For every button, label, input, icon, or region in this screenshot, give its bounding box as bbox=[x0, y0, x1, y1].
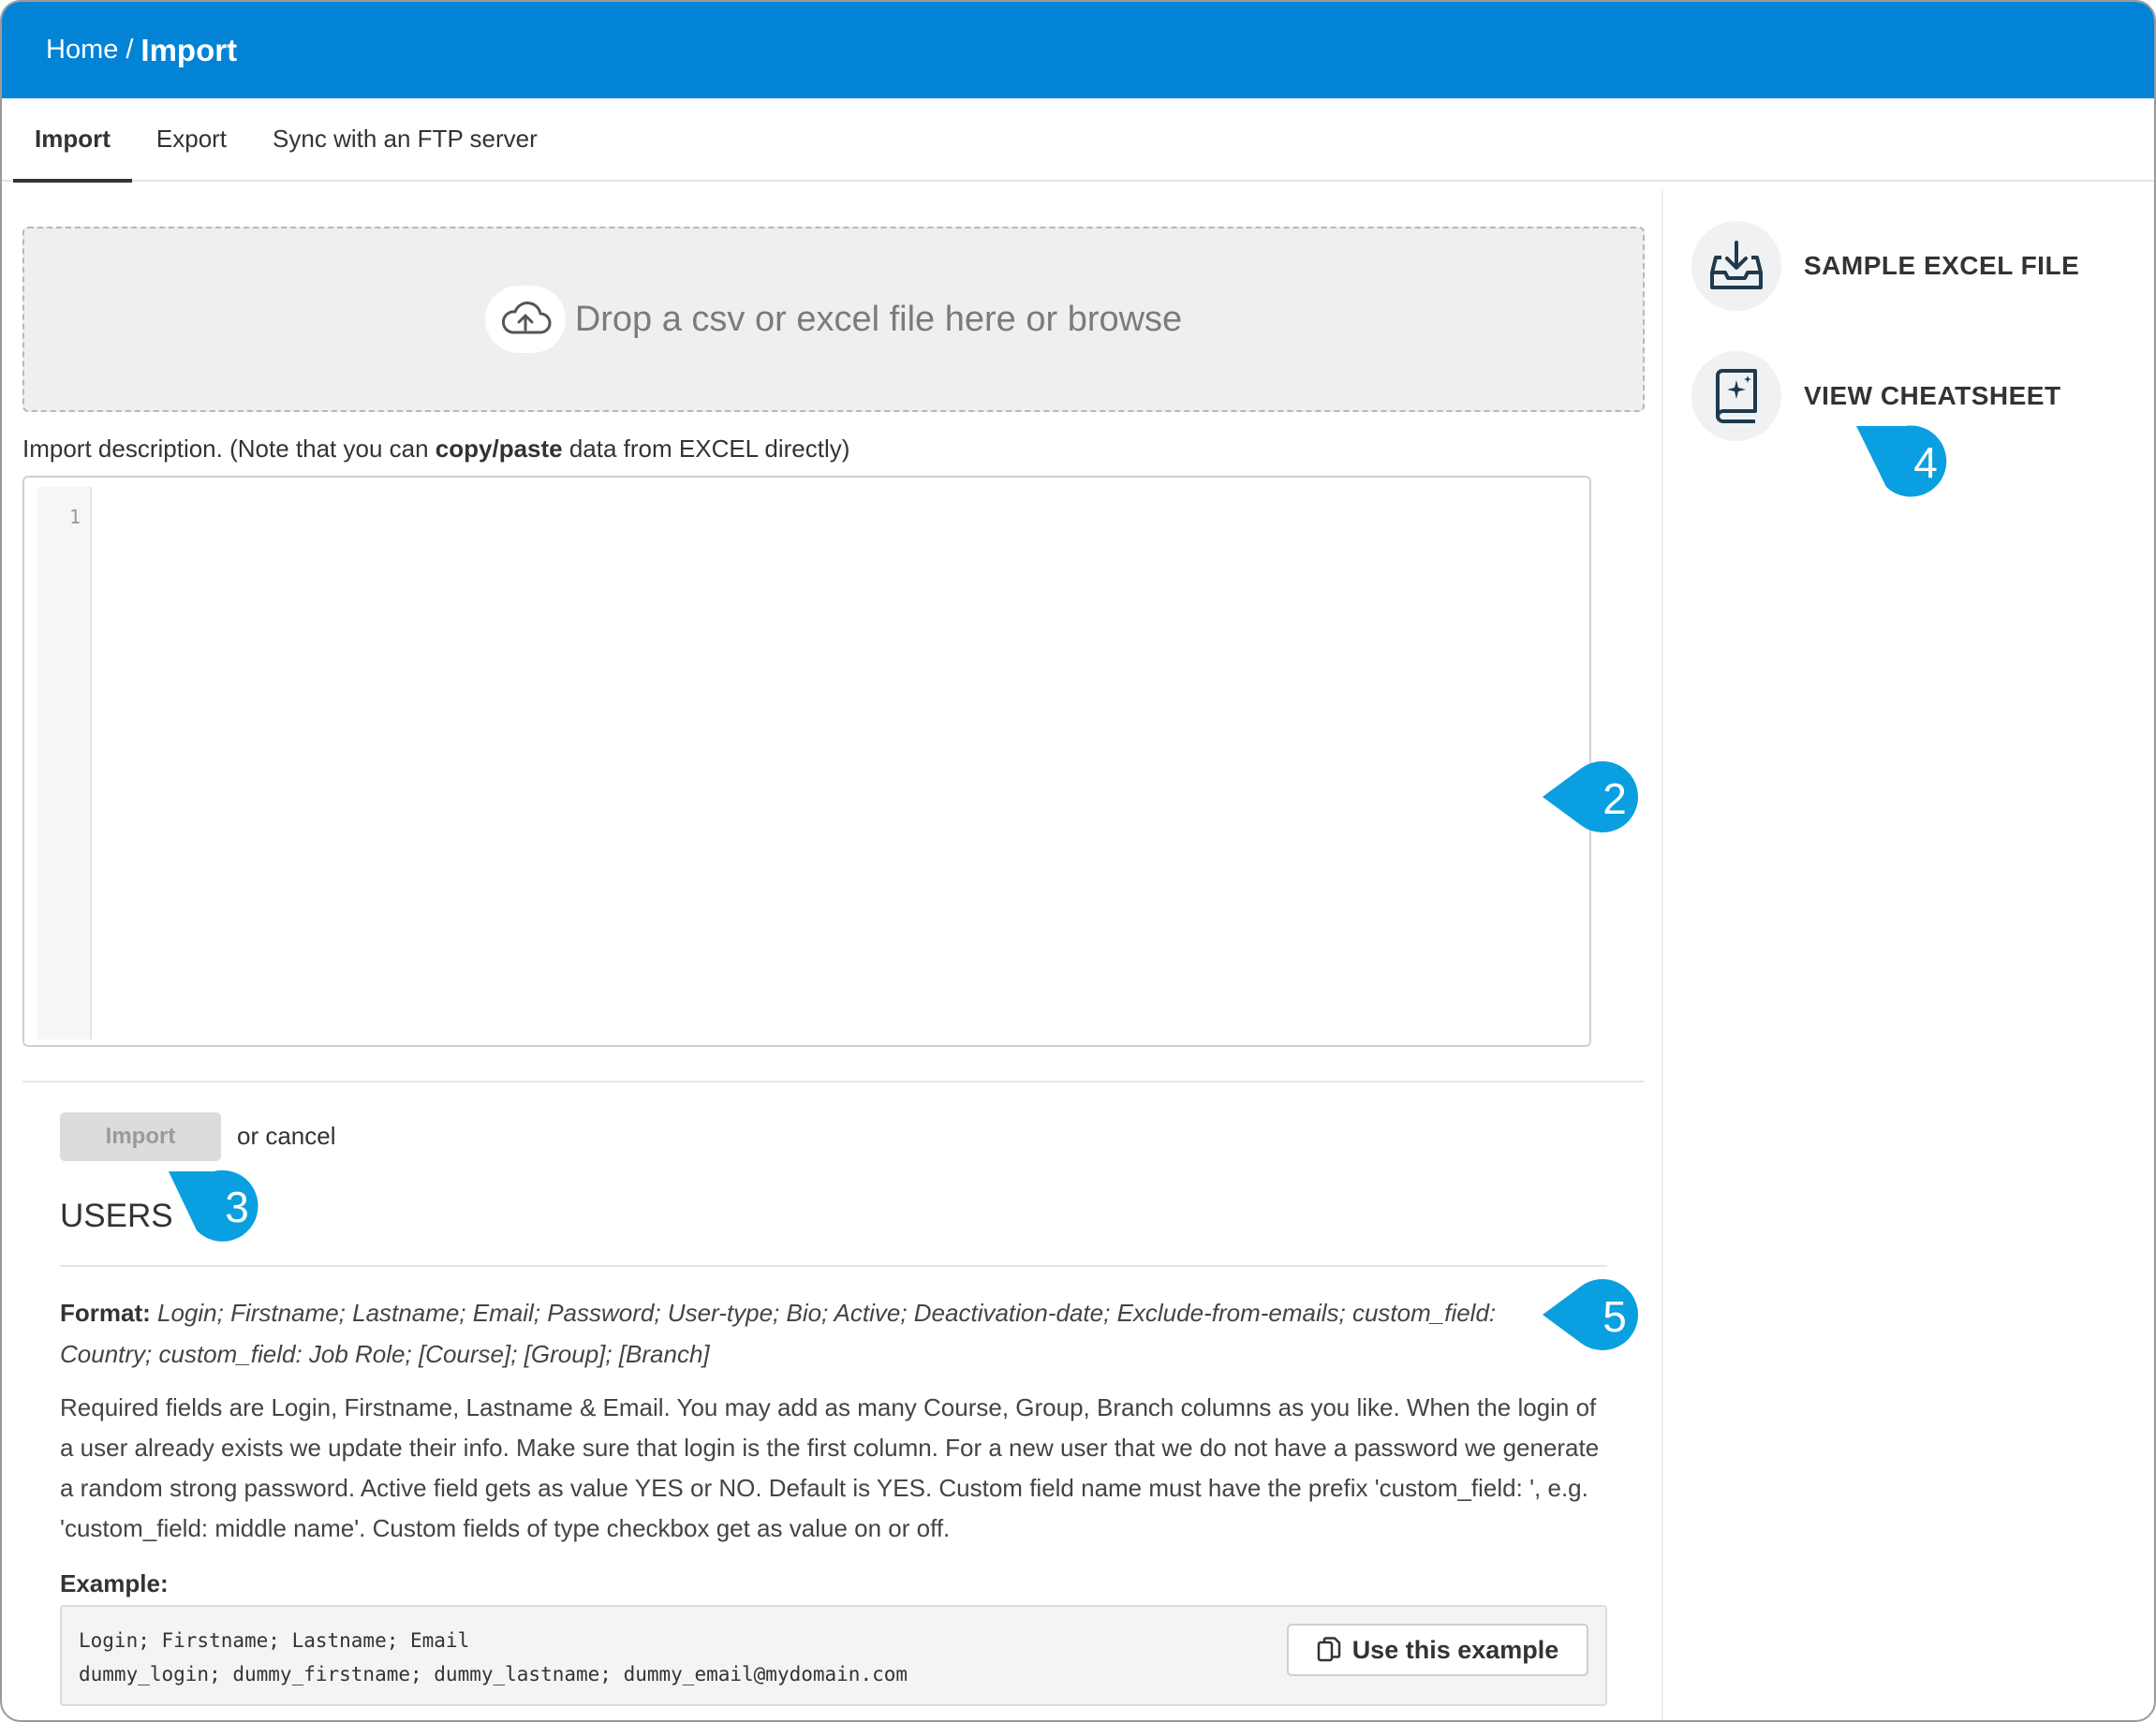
callout-2: 2 bbox=[1543, 751, 1655, 845]
page-title: Import bbox=[140, 32, 238, 67]
use-example-button[interactable]: Use this example bbox=[1287, 1624, 1588, 1676]
example-label: Example: bbox=[60, 1569, 169, 1597]
sample-excel-file-label: SAMPLE EXCEL FILE bbox=[1804, 251, 2080, 280]
sidebar-divider bbox=[1661, 189, 1663, 1720]
download-tray-icon bbox=[1691, 221, 1781, 311]
callout-3: 3 bbox=[169, 1165, 273, 1244]
editor-gutter: 1 bbox=[37, 487, 92, 1039]
tab-bar: Import Export Sync with an FTP server bbox=[2, 97, 2154, 183]
use-example-label: Use this example bbox=[1351, 1635, 1559, 1664]
format-label: Format: bbox=[60, 1299, 151, 1327]
users-divider bbox=[60, 1265, 1607, 1267]
tab-export[interactable]: Export bbox=[135, 97, 248, 181]
format-value: Login; Firstname; Lastname; Email; Passw… bbox=[60, 1299, 1497, 1368]
tab-sync-ftp[interactable]: Sync with an FTP server bbox=[251, 97, 559, 181]
header-bar: Home / Import bbox=[2, 2, 2154, 98]
description-editor[interactable]: 1 bbox=[22, 476, 1591, 1047]
format-description: Format: Login; Firstname; Lastname; Emai… bbox=[60, 1292, 1568, 1375]
required-fields-text: Required fields are Login, Firstname, La… bbox=[60, 1393, 1600, 1542]
callout-number: 5 bbox=[1602, 1292, 1627, 1341]
description-label-prefix: Import description. (Note that you can bbox=[22, 434, 436, 463]
or-text: or bbox=[237, 1122, 266, 1150]
callout-number: 4 bbox=[1913, 438, 1938, 487]
users-heading: USERS bbox=[60, 1198, 173, 1234]
import-button[interactable]: Import bbox=[60, 1112, 221, 1161]
callout-number: 3 bbox=[225, 1183, 249, 1231]
description-label-bold: copy/paste bbox=[435, 434, 563, 463]
cloud-upload-icon bbox=[484, 286, 566, 353]
app-window: Home / Import Import Export Sync with an… bbox=[0, 0, 2156, 1722]
breadcrumb-home[interactable]: Home bbox=[46, 35, 118, 66]
file-dropzone[interactable]: Drop a csv or excel file here or browse bbox=[22, 227, 1645, 412]
section-divider bbox=[22, 1081, 1645, 1082]
cancel-text: or cancel bbox=[237, 1122, 336, 1151]
view-cheatsheet-label: VIEW CHEATSHEET bbox=[1804, 381, 2061, 410]
description-label: Import description. (Note that you can c… bbox=[22, 434, 849, 464]
callout-5: 5 bbox=[1543, 1268, 1655, 1361]
description-label-suffix: data from EXCEL directly) bbox=[562, 434, 850, 463]
copy-icon bbox=[1317, 1637, 1340, 1662]
callout-4: 4 bbox=[1856, 423, 1959, 502]
line-number: 1 bbox=[68, 506, 81, 528]
breadcrumb-separator: / bbox=[126, 35, 134, 65]
callout-number: 2 bbox=[1602, 774, 1627, 823]
example-code: Login; Firstname; Lastname; Email dummy_… bbox=[79, 1629, 908, 1685]
tab-import[interactable]: Import bbox=[13, 97, 132, 183]
cancel-link[interactable]: cancel bbox=[265, 1122, 335, 1150]
dropzone-text: Drop a csv or excel file here or browse bbox=[574, 299, 1183, 339]
sample-excel-file-link[interactable]: SAMPLE EXCEL FILE bbox=[1691, 221, 2079, 311]
book-sparkle-icon bbox=[1691, 351, 1781, 441]
example-box: Login; Firstname; Lastname; Email dummy_… bbox=[60, 1605, 1607, 1706]
